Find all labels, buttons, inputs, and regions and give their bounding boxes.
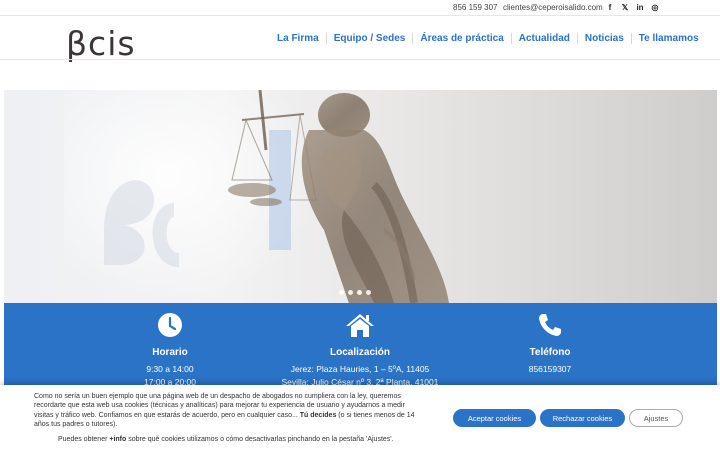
- cookie-text-emphasis: Tú decides: [299, 411, 337, 419]
- logo-text: βcis: [66, 24, 136, 63]
- top-divider: [0, 15, 720, 16]
- nav-item-areas-de-practica[interactable]: Áreas de práctica: [412, 32, 510, 44]
- cookie-info-link[interactable]: +info: [109, 436, 126, 443]
- telefono-number[interactable]: 856159307: [440, 364, 660, 374]
- page: 856 159 307 clientes@ceperoisalido.com f…: [0, 0, 720, 450]
- phone-icon: [539, 314, 561, 336]
- home-icon: [346, 314, 374, 337]
- nav-item-la-firma[interactable]: La Firma: [270, 33, 326, 44]
- horario-title: Horario: [152, 347, 188, 358]
- telefono-title: Teléfono: [529, 347, 571, 358]
- reject-cookies-button[interactable]: Rechazar cookies: [540, 409, 625, 427]
- hero-slider[interactable]: [4, 90, 717, 303]
- nav-item-noticias[interactable]: Noticias: [576, 32, 631, 44]
- clock-icon: [158, 313, 182, 337]
- slider-dot-1[interactable]: [339, 290, 344, 295]
- nav-item-te-llamamos[interactable]: Te llamamos: [630, 32, 706, 44]
- top-phone-link[interactable]: 856 159 307: [453, 3, 498, 12]
- top-bar: 856 159 307 clientes@ceperoisalido.com f…: [0, 0, 720, 15]
- horario-line-1: 9:30 a 14:00: [146, 364, 194, 374]
- justice-statue-image: [104, 90, 449, 303]
- slider-dot-3[interactable]: [357, 290, 362, 295]
- x-icon[interactable]: 𝕏: [620, 2, 630, 12]
- nav-item-actualidad[interactable]: Actualidad: [510, 32, 577, 44]
- slider-dot-2[interactable]: [348, 290, 353, 295]
- instagram-icon[interactable]: ◎: [650, 2, 660, 12]
- linkedin-icon[interactable]: in: [635, 2, 645, 12]
- site-logo[interactable]: βcis: [66, 18, 136, 60]
- top-email-link[interactable]: clientes@ceperoisalido.com: [503, 3, 603, 12]
- main-nav: La Firma Equipo / Sedes Áreas de práctic…: [270, 31, 706, 45]
- slider-dot-4[interactable]: [366, 290, 371, 295]
- nav-item-equipo-sedes[interactable]: Equipo / Sedes: [325, 32, 413, 44]
- header-divider: [0, 59, 720, 60]
- localizacion-title: Localización: [329, 347, 390, 358]
- localizacion-line-1: Jerez: Plaza Hauries, 1 – 5ºA, 11405: [290, 364, 430, 374]
- accept-cookies-button[interactable]: Aceptar cookies: [453, 409, 536, 427]
- cookie-more-info: Puedes obtener +info sobre qué cookies u…: [58, 436, 394, 443]
- cookie-text: Como no sería un buen ejemplo que una pá…: [34, 392, 426, 430]
- cookie-banner: Como no sería un buen ejemplo que una pá…: [0, 385, 720, 450]
- slider-dots: [339, 290, 371, 295]
- facebook-icon[interactable]: f: [605, 2, 615, 12]
- cookie-settings-button[interactable]: Ajustes: [629, 409, 683, 427]
- cookie-more-c: sobre qué cookies utilizamos o cómo desa…: [126, 436, 394, 443]
- cookie-more-a: Puedes obtener: [58, 436, 110, 443]
